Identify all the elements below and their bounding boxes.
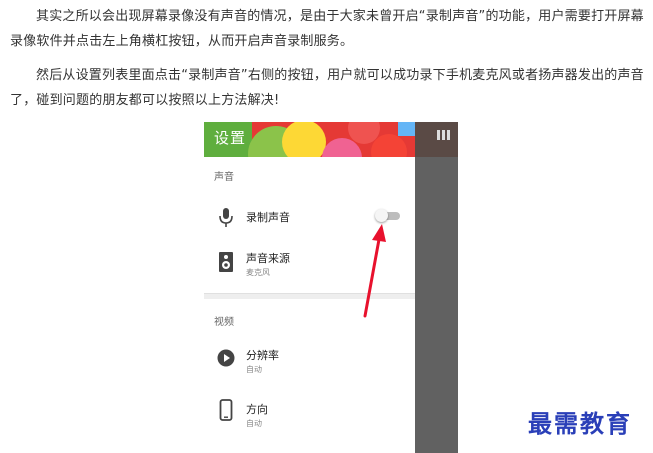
record-audio-label: 录制声音 [246, 211, 290, 224]
phone-icon [219, 399, 233, 421]
section-audio-header: 声音 [214, 172, 234, 183]
article-paragraph-2: 然后从设置列表里面点击“录制声音”右侧的按钮，用户就可以成功录下手机麦克风或者扬… [10, 68, 644, 108]
orientation-value: 自动 [246, 419, 262, 428]
play-icon [217, 349, 235, 367]
settings-header: 设置 [204, 122, 415, 157]
resolution-label: 分辨率 [246, 349, 279, 362]
settings-title: 设置 [214, 129, 247, 147]
dimmed-overlay [415, 122, 458, 453]
resolution-value: 自动 [246, 365, 262, 374]
annotation-arrow-icon [363, 224, 386, 318]
section-video-header: 视频 [214, 317, 234, 328]
orientation-label: 方向 [246, 403, 268, 416]
audio-source-label: 声音来源 [246, 252, 290, 265]
orientation-row[interactable]: 方向 自动 [204, 397, 415, 439]
phone-screenshot: 设置 声音 录制声音 声音来源 麦克风 视频 分辨率 自动 方向 自动 [204, 122, 458, 453]
grid-icon [437, 130, 451, 140]
watermark-logo: 最需教育 [528, 409, 632, 438]
resolution-row[interactable]: 分辨率 自动 [204, 343, 415, 385]
speaker-icon [219, 252, 233, 272]
article-paragraph-1: 其实之所以会出现屏幕录像没有声音的情况，是由于大家未曾开启“录制声音”的功能，用… [10, 9, 644, 49]
audio-source-value: 麦克风 [246, 268, 270, 277]
microphone-icon [219, 208, 233, 227]
